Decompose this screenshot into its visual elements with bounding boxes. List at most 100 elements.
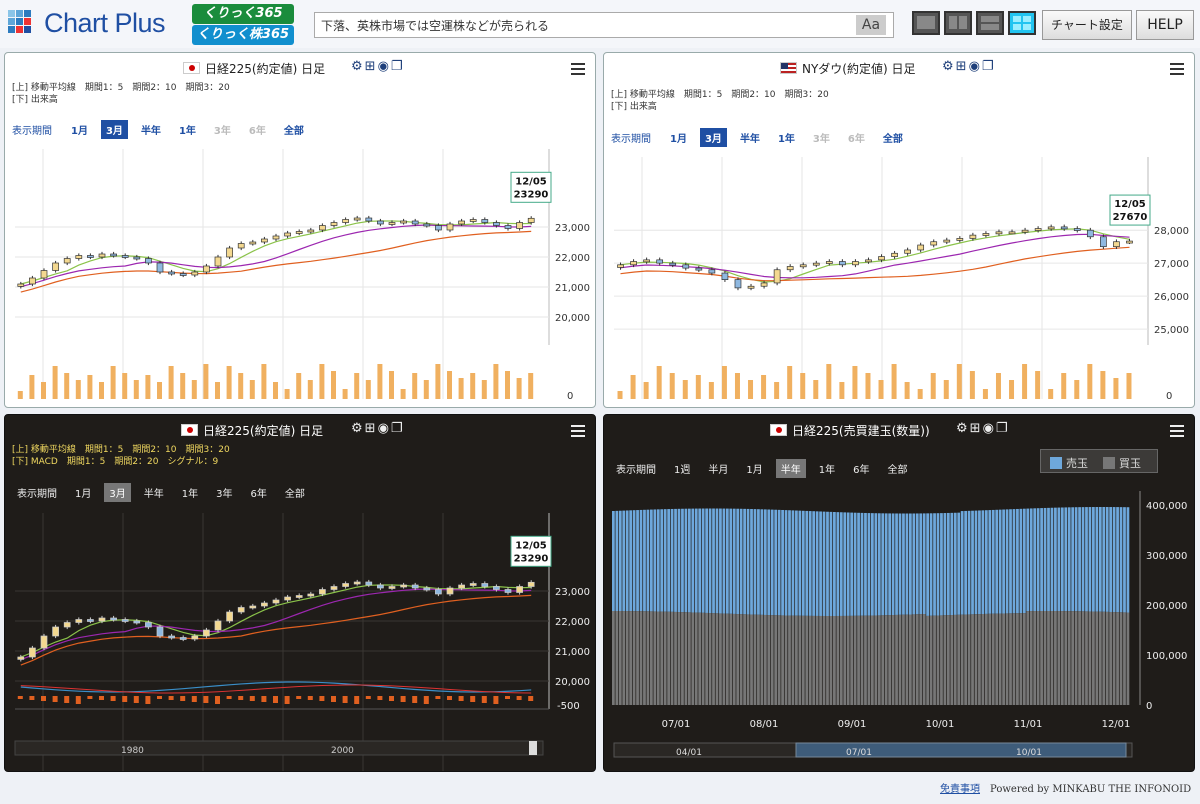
buy-bar	[1036, 611, 1040, 705]
sell-bar	[895, 513, 898, 615]
sell-bar	[767, 509, 771, 616]
table-icon[interactable]: ⊞	[365, 421, 378, 436]
hamburger-menu-icon[interactable]	[571, 425, 585, 437]
sell-bar	[615, 510, 619, 612]
panel-tools[interactable]: ⚙⊞◉❐	[956, 421, 1010, 436]
panel-tools[interactable]: ⚙⊞◉❐	[351, 421, 405, 436]
layout-1x1-button[interactable]	[912, 11, 940, 35]
y-tick-label: 23,000	[555, 587, 590, 598]
position-chart[interactable]: 400,000 300,000 200,000 100,000 0 07/01 08/01 0…	[604, 491, 1194, 771]
popout-icon[interactable]: ❐	[391, 421, 405, 436]
period-option[interactable]: 半月	[703, 459, 733, 478]
chart-settings-button[interactable]: チャート設定	[1042, 10, 1132, 40]
sell-bar	[1060, 507, 1064, 612]
buy-bar	[857, 615, 860, 705]
buy-bar	[964, 614, 968, 705]
volume-bar	[191, 380, 197, 399]
price-chart[interactable]: 09/1609/3010/1410/2811/1111/2528,00027,0…	[604, 127, 1194, 407]
period-option[interactable]: 全部	[883, 459, 913, 478]
brand-click365-logo[interactable]: くりっく365	[192, 4, 294, 24]
brand-click-kabu365-logo[interactable]: くりっく株365	[192, 25, 294, 45]
candle	[458, 220, 465, 225]
sell-bar	[781, 509, 784, 616]
sell-bar	[1019, 508, 1023, 614]
period-option[interactable]: 半年	[775, 459, 806, 478]
volume-bar	[423, 380, 429, 399]
candle	[708, 269, 716, 274]
period-selector[interactable]: 表示期間 1週 半月 1月 半年 1年 6年 全部	[611, 459, 921, 478]
volume-bar	[721, 366, 727, 399]
popout-icon[interactable]: ❐	[391, 59, 405, 74]
refresh-icon[interactable]: ◉	[378, 421, 391, 436]
macd-bar	[331, 696, 336, 702]
chart-legend[interactable]: 売玉 買玉	[1040, 449, 1158, 473]
layout-1x2-button[interactable]	[976, 11, 1004, 35]
price-chart[interactable]: 09/1609/3010/1410/2811/1111/2523,00022,0…	[5, 127, 595, 407]
gear-icon[interactable]: ⚙	[956, 421, 970, 436]
period-option[interactable]: 1月	[741, 459, 767, 478]
sell-bar	[1029, 508, 1033, 612]
macd-bar	[238, 696, 244, 700]
buy-bar	[687, 612, 691, 705]
sell-bar	[1109, 507, 1113, 612]
popout-icon[interactable]: ❐	[996, 421, 1010, 436]
price-chart[interactable]: 09/1609/3010/1410/2811/1111/2523,00022,0…	[5, 491, 595, 771]
sell-bar	[902, 513, 905, 615]
layout-2x1-button[interactable]	[944, 11, 972, 35]
popout-icon[interactable]: ❐	[982, 59, 996, 74]
hamburger-menu-icon[interactable]	[1170, 425, 1184, 437]
font-size-button[interactable]: Aa	[856, 15, 886, 35]
period-option[interactable]: 1週	[669, 459, 695, 478]
candle	[411, 584, 419, 589]
table-icon[interactable]: ⊞	[970, 421, 983, 436]
gear-icon[interactable]: ⚙	[942, 59, 956, 74]
volume-bar	[904, 382, 910, 399]
gear-icon[interactable]: ⚙	[351, 421, 365, 436]
refresh-icon[interactable]: ◉	[983, 421, 996, 436]
sell-bar	[805, 510, 809, 616]
buy-bar	[722, 613, 726, 705]
refresh-icon[interactable]: ◉	[378, 59, 391, 74]
sell-bar	[964, 510, 968, 615]
panel-tools[interactable]: ⚙⊞◉❐	[351, 59, 405, 74]
panel-tools[interactable]: ⚙⊞◉❐	[942, 59, 996, 74]
hamburger-menu-icon[interactable]	[571, 63, 585, 75]
volume-bar	[1035, 371, 1041, 399]
candle	[63, 258, 71, 264]
sell-bar	[1112, 507, 1116, 613]
legend-sell[interactable]: 売玉	[1047, 455, 1091, 471]
period-option[interactable]: 6年	[848, 459, 874, 478]
sell-bar	[684, 508, 688, 613]
sell-bar	[729, 508, 733, 614]
gear-icon[interactable]: ⚙	[351, 59, 365, 74]
indicator-info: [上] 移動平均線 期間1：5 期間2：10 期間3：20 [下] 出来高	[611, 90, 829, 112]
sell-bar	[891, 513, 895, 616]
buy-bar	[1088, 611, 1092, 705]
buy-bar	[1002, 613, 1005, 705]
buy-bar	[632, 611, 636, 705]
volume-bar	[813, 380, 819, 399]
candle	[203, 265, 210, 273]
buy-bar	[853, 615, 857, 705]
layout-2x2-button[interactable]	[1008, 11, 1036, 35]
sell-bar	[871, 513, 874, 616]
table-icon[interactable]: ⊞	[956, 59, 969, 74]
refresh-icon[interactable]: ◉	[969, 59, 982, 74]
help-button[interactable]: HELP	[1136, 10, 1194, 40]
period-option[interactable]: 1年	[814, 459, 840, 478]
legend-buy[interactable]: 買玉	[1103, 455, 1141, 471]
hamburger-menu-icon[interactable]	[1170, 63, 1184, 75]
volume-bar	[995, 373, 1001, 399]
buy-bar	[612, 611, 615, 705]
news-ticker-field[interactable]: 下落、英株市場では空運株などが売られる	[314, 12, 894, 38]
y-tick-label: 300,000	[1146, 551, 1187, 562]
sell-bar	[663, 509, 667, 612]
disclaimer-link[interactable]: 免責事項	[940, 784, 980, 795]
candle	[87, 255, 94, 258]
y-tick-label: 27,000	[1154, 259, 1189, 270]
volume-bar	[377, 364, 383, 399]
sell-bar	[629, 510, 633, 612]
table-icon[interactable]: ⊞	[365, 59, 378, 74]
sell-bar	[722, 508, 726, 614]
macd-bar	[377, 696, 383, 700]
